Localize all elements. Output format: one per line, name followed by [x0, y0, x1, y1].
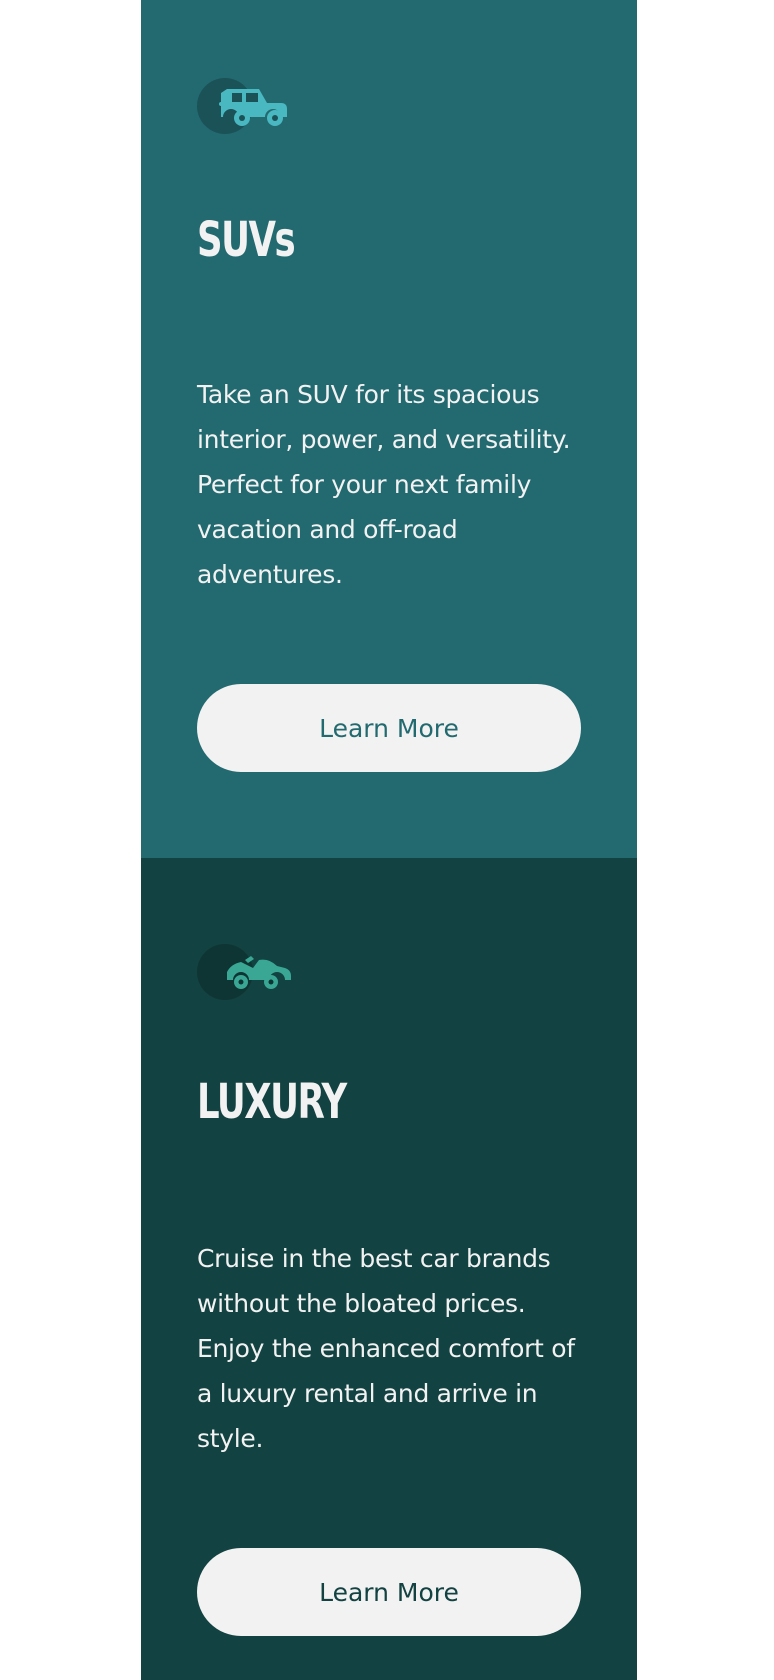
suvs-card: SUVs Take an SUV for its spacious interi…: [141, 0, 637, 858]
luxury-card: LUXURY Cruise in the best car brands wit…: [141, 858, 637, 1680]
card-description: Take an SUV for its spacious interior, p…: [197, 380, 571, 589]
card-title: LUXURY: [197, 1074, 347, 1130]
learn-more-button[interactable]: Learn More: [197, 684, 581, 772]
card-title: SUVs: [197, 212, 296, 268]
learn-more-button[interactable]: Learn More: [197, 1548, 581, 1636]
card-description: Cruise in the best car brands without th…: [197, 1244, 575, 1453]
luxury-car-icon: [197, 942, 293, 1002]
car-category-cards: SUVs Take an SUV for its spacious interi…: [141, 0, 637, 1680]
suv-icon: [197, 76, 293, 136]
